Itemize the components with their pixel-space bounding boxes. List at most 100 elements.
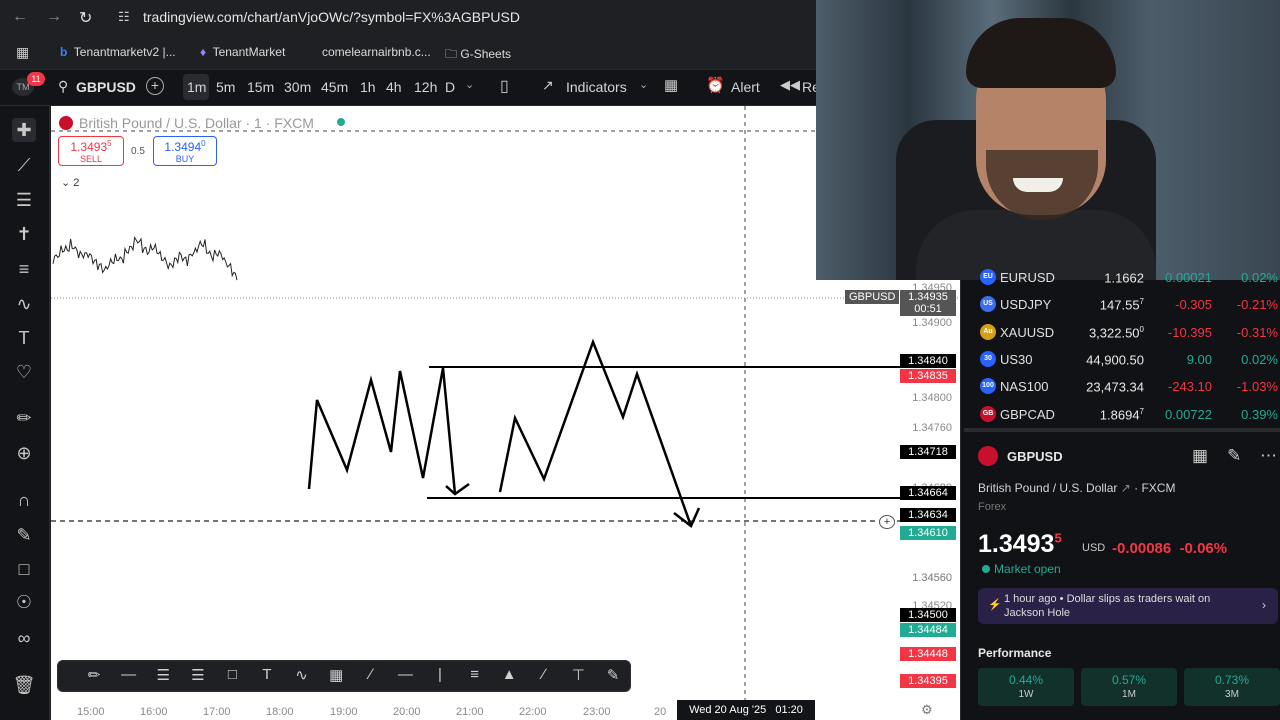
fib-retracement-icon[interactable]: ☰ <box>186 666 210 686</box>
panel-divider[interactable] <box>964 428 1280 432</box>
path-icon[interactable]: ∿ <box>290 666 314 686</box>
fib-icon[interactable]: ☰ <box>12 188 36 212</box>
reload-icon[interactable]: ↻ <box>79 8 92 28</box>
time-axis-label: 15:00 <box>77 706 105 718</box>
sell-button[interactable]: 1.34935 SELL <box>58 136 124 166</box>
pencil-lock-icon[interactable]: ✎ <box>12 523 36 547</box>
performance-title: Performance <box>978 646 1052 660</box>
price-tag: 1.34484 <box>900 623 956 637</box>
lots-toggle[interactable]: ⌄ 2 <box>61 176 79 189</box>
time-axis-label: 19:00 <box>330 706 358 718</box>
prediction-icon[interactable]: ≡ <box>12 257 36 281</box>
lock-icon[interactable]: □ <box>12 557 36 581</box>
performance-cell[interactable]: 0.73% 3M <box>1184 668 1280 706</box>
performance-cell[interactable]: 0.44% 1W <box>978 668 1074 706</box>
trash-icon[interactable]: 🗑 <box>12 673 36 697</box>
favorites-heart-icon[interactable]: ♡ <box>12 360 36 384</box>
timeframe-button[interactable]: D <box>445 79 455 95</box>
chevron-down-icon[interactable]: ⌄ <box>639 78 648 91</box>
more-options-icon[interactable]: ⋯ <box>1260 446 1277 466</box>
indicators-button[interactable]: Indicators <box>566 79 627 95</box>
search-icon[interactable]: ⚲ <box>58 78 68 95</box>
bookmark-item[interactable]: b Tenantmarketv2 |... <box>60 45 176 59</box>
layout-grid-icon[interactable]: ▦ <box>1192 446 1208 466</box>
price-tag: 1.34664 <box>900 486 956 500</box>
rectangle-icon[interactable]: □ <box>220 666 244 686</box>
timeframe-button[interactable]: 4h <box>386 79 402 95</box>
magnet-icon[interactable]: ∩ <box>12 488 36 512</box>
symbol-logo-icon: 30 <box>980 350 996 367</box>
compare-symbol-icon[interactable]: + <box>146 77 164 95</box>
text-icon[interactable]: T <box>255 666 279 686</box>
external-link-icon[interactable]: ↗ <box>1121 481 1131 495</box>
add-alert-plus-icon[interactable]: + <box>879 515 895 529</box>
pen-icon[interactable]: ✎ <box>601 666 625 686</box>
watchlist-row[interactable]: GB GBPCAD 1.86947 0.00722 0.39% <box>964 401 1280 428</box>
bookmark-folder[interactable]: 🗀 G-Sheets <box>445 45 511 66</box>
chart-legend-title[interactable]: British Pound / U.S. Dollar · 1 · FXCM <box>79 115 314 131</box>
candles-chart-type-icon[interactable]: ▯ <box>500 76 509 96</box>
timeframe-button[interactable]: 45m <box>321 79 348 95</box>
forward-icon[interactable]: → <box>46 8 62 26</box>
price-tag: 1.34634 <box>900 508 956 522</box>
pattern-icon[interactable]: ✝ <box>12 222 36 246</box>
chevron-right-icon[interactable]: › <box>1262 598 1266 612</box>
price-axis-label: 1.34760 <box>912 422 952 434</box>
timeframe-button[interactable]: 5m <box>216 79 235 95</box>
brush-icon[interactable]: ✏ <box>82 666 106 686</box>
performance-cell[interactable]: 0.57% 1M <box>1081 668 1177 706</box>
ruler-icon[interactable]: ✏ <box>12 406 36 430</box>
watchlist-row[interactable]: 30 US30 44,900.50 9.00 0.02% <box>964 346 1280 373</box>
chevron-down-icon[interactable]: ⌄ <box>465 78 474 91</box>
symbol-search-button[interactable]: GBPUSD <box>76 79 136 95</box>
news-lightning-icon: ⚡ <box>988 599 1002 611</box>
brush-icon[interactable]: ∿ <box>12 292 36 316</box>
watchlist-change-pct: 0.02% <box>1241 270 1278 285</box>
timeframe-button[interactable]: 1m <box>187 79 206 95</box>
trend-line-icon[interactable]: ∕ <box>359 666 383 686</box>
buy-button[interactable]: 1.34940 BUY <box>153 136 217 166</box>
timeframe-button[interactable]: 12h <box>414 79 437 95</box>
watchlist-change: -0.305 <box>1175 297 1212 313</box>
bookmark-item[interactable]: comelearnairbnb.c... <box>322 45 431 59</box>
watchlist-row[interactable]: Au XAUUSD 3,322.500 -10.395 -0.31% <box>964 319 1280 346</box>
text-icon[interactable]: T <box>12 326 36 350</box>
details-symbol[interactable]: GBPUSD <box>1007 449 1063 464</box>
timeframe-button[interactable]: 30m <box>284 79 311 95</box>
watchlist-row[interactable]: 100 NAS100 23,473.34 -243.10 -1.03% <box>964 373 1280 400</box>
grid-icon[interactable]: ▦ <box>324 666 348 686</box>
watchlist-row[interactable]: US USDJPY 147.557 -0.305 -0.21% <box>964 291 1280 318</box>
chart-settings-gear-icon[interactable]: ⚙ <box>921 702 933 718</box>
edit-note-icon[interactable]: ✎ <box>1227 446 1241 466</box>
watchlist-row[interactable]: EU EURUSD 1.1662 0.00021 0.02% <box>964 264 1280 291</box>
bookmark-item[interactable]: ♦ TenantMarket <box>200 45 285 59</box>
performance-value: 0.44% <box>1008 673 1044 687</box>
horizontal-ray-icon[interactable]: — <box>393 666 417 686</box>
site-settings-icon[interactable]: ☷ <box>118 9 130 25</box>
pitchfork-icon[interactable]: ≡ <box>463 666 487 686</box>
time-axis-label: 16:00 <box>140 706 168 718</box>
crosshair-icon[interactable]: ✚ <box>12 118 36 142</box>
horizontal-line-icon[interactable]: — <box>117 666 141 686</box>
eye-icon[interactable]: ☉ <box>12 590 36 614</box>
layout-grid-icon[interactable]: ▦ <box>664 76 678 94</box>
parallel-channel-icon[interactable]: ☰ <box>151 666 175 686</box>
zoom-in-icon[interactable]: ⊕ <box>12 441 36 465</box>
apps-grid-icon[interactable]: ▦ <box>16 44 29 61</box>
measure-icon[interactable]: ⊤ <box>566 666 590 686</box>
alert-button[interactable]: Alert <box>731 79 760 95</box>
watchlist-change-pct: 0.02% <box>1241 351 1278 367</box>
vertical-line-icon[interactable]: | <box>428 666 452 686</box>
highlighter-icon[interactable]: ▲ <box>497 666 521 686</box>
timeframe-button[interactable]: 15m <box>247 79 274 95</box>
back-icon[interactable]: ← <box>12 8 28 26</box>
details-exchange: FXCM <box>1141 481 1176 495</box>
trend-line-icon[interactable]: ⟋ <box>12 153 36 177</box>
ray-icon[interactable]: ∕ <box>532 666 556 686</box>
link-icon[interactable]: ∞ <box>12 626 36 650</box>
gb-flag-icon <box>59 116 73 130</box>
url-input[interactable]: tradingview.com/chart/anVjoOWc/?symbol=F… <box>143 9 520 25</box>
symbol-logo-icon: Au <box>980 323 996 340</box>
timeframe-button[interactable]: 1h <box>360 79 376 95</box>
performance-period: 1M <box>1122 689 1136 700</box>
